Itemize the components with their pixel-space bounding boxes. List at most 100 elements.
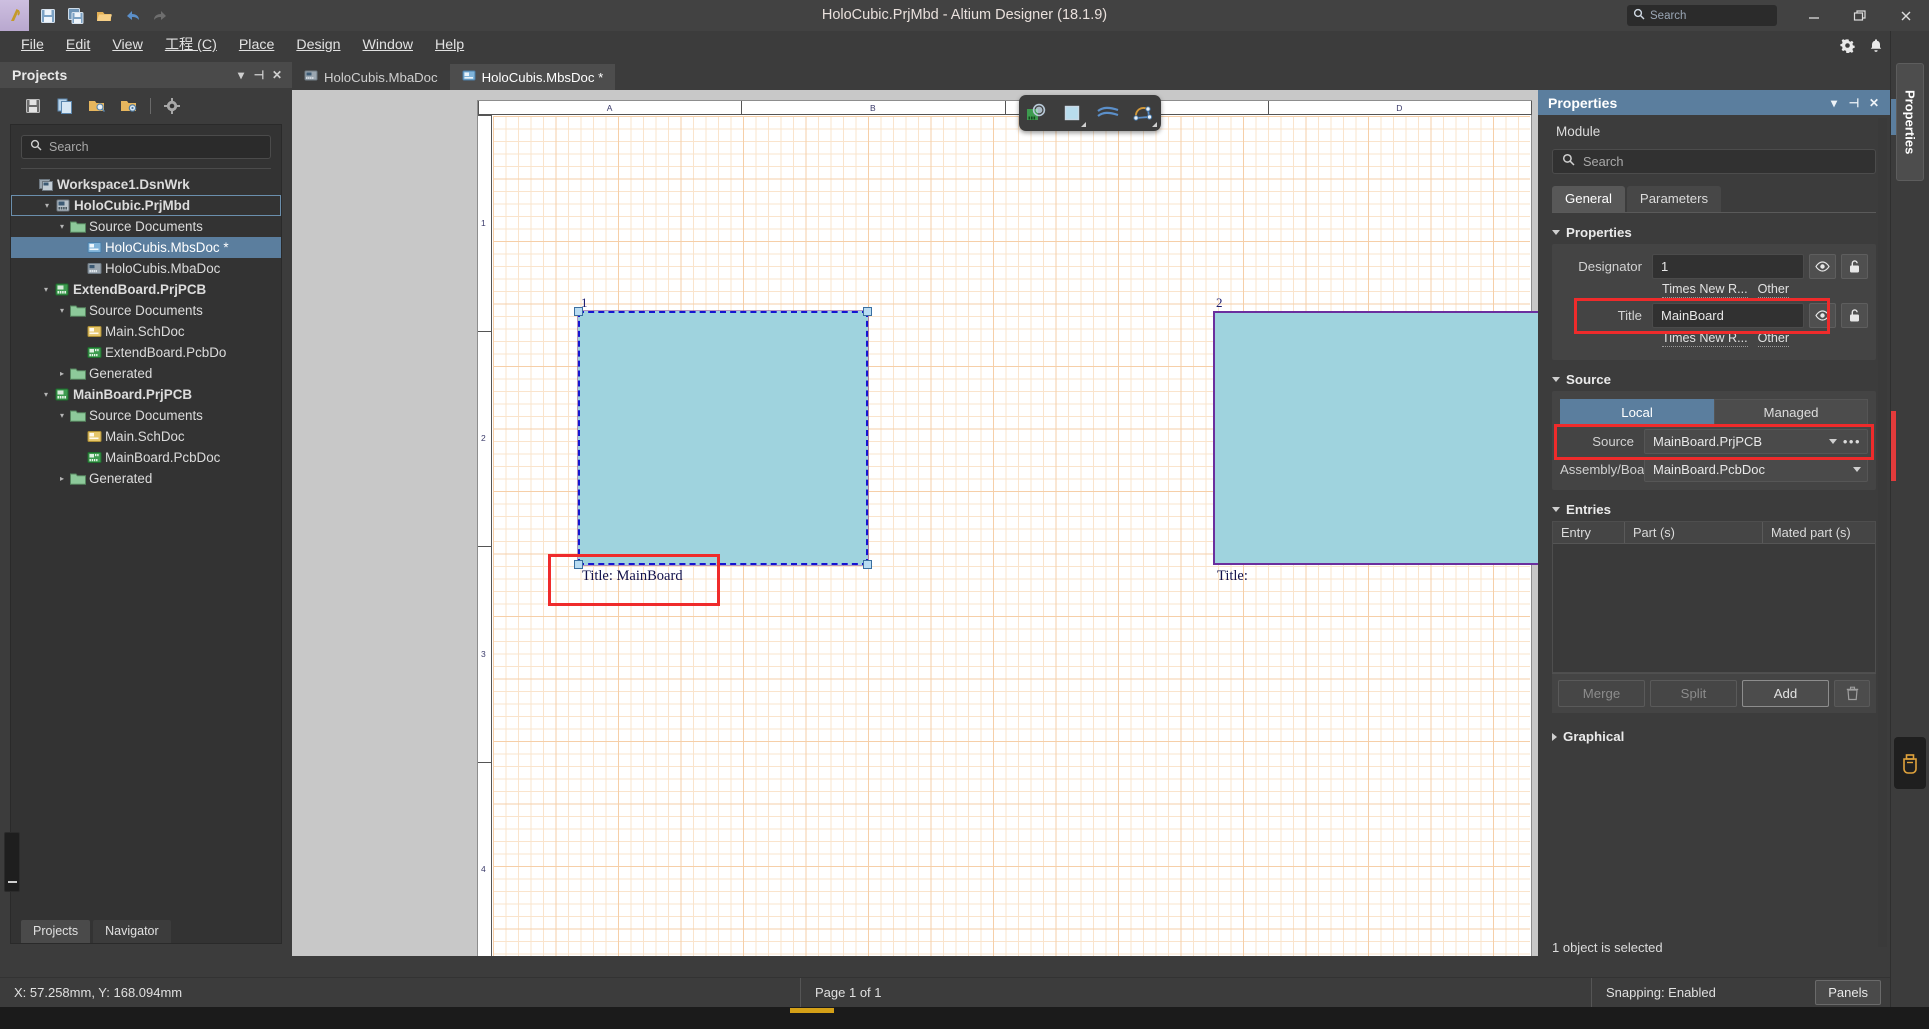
gear-icon[interactable] [161,95,183,117]
close-icon[interactable]: ✕ [268,68,286,82]
tree-item-holocubis-mbsdoc[interactable]: HoloCubis.MbsDoc * [11,237,281,258]
chevron-down-icon[interactable]: ▾ [55,411,69,420]
source-mode-managed[interactable]: Managed [1714,399,1868,425]
chevron-down-icon[interactable]: ▾ [40,201,54,210]
properties-search-box[interactable] [1552,149,1876,174]
chevron-down-icon[interactable]: ▾ [232,68,250,82]
tree-item-mainboard-pcbdoc[interactable]: MainBoard.PcbDoc [11,447,281,468]
copy-documents-icon[interactable] [54,95,76,117]
pin-icon[interactable]: ⊣ [250,68,268,82]
open-folder-icon[interactable] [91,3,117,28]
menu-file[interactable]: File [10,31,55,59]
save-icon[interactable] [22,95,44,117]
resize-handle-bottom-right[interactable] [863,560,872,569]
tree-item-workspace1-dsnwrk[interactable]: Workspace1.DsnWrk [11,174,281,195]
usb-device-icon[interactable] [1894,737,1926,789]
eye-icon[interactable] [1809,254,1836,279]
bell-icon[interactable] [1869,38,1883,53]
assembly-board-select[interactable]: MainBoard.PcbDoc [1644,457,1868,482]
projects-search-box[interactable] [21,135,271,159]
close-icon[interactable]: ✕ [1864,96,1884,110]
tree-item-mainboard-prjpcb[interactable]: ▾MainBoard.PrjPCB [11,384,281,405]
chevron-down-icon[interactable]: ▾ [55,222,69,231]
minimize-button[interactable] [1791,0,1837,31]
tab-general[interactable]: General [1552,186,1625,212]
schematic-canvas-area[interactable]: ABCD 1234 ABCD 1 Title: MainBoard 2 [292,90,1538,956]
tree-item-source-documents[interactable]: ▾Source Documents [11,405,281,426]
tree-item-main-schdoc[interactable]: Main.SchDoc [11,426,281,447]
panel-collapse-handle[interactable] [4,832,20,892]
menu-edit[interactable]: Edit [55,31,101,59]
save-all-icon[interactable] [63,3,89,28]
menu-project[interactable]: 工程 (C) [154,31,228,59]
column-header-parts[interactable]: Part (s) [1625,522,1763,543]
chevron-down-icon[interactable] [1853,467,1861,472]
tree-item-extendboard-prjpcb[interactable]: ▾ExtendBoard.PrjPCB [11,279,281,300]
projects-search-input[interactable] [49,140,249,154]
configure-folder-icon[interactable] [118,95,140,117]
properties-scrollbar[interactable] [1878,118,1887,947]
tab-parameters[interactable]: Parameters [1627,186,1721,212]
document-sheet[interactable]: ABCD 1234 ABCD 1 Title: MainBoard 2 [477,100,1532,956]
close-button[interactable] [1883,0,1929,31]
menu-view[interactable]: View [101,31,154,59]
tree-item-holocubic-prjmbd[interactable]: ▾HoloCubic.PrjMbd [11,195,281,216]
gear-icon[interactable] [1840,38,1855,53]
tab-projects[interactable]: Projects [21,920,90,943]
chevron-down-icon[interactable]: ▾ [39,285,53,294]
tree-item-generated[interactable]: ▸Generated [11,468,281,489]
tree-item-holocubis-mbadoc[interactable]: HoloCubis.MbaDoc [11,258,281,279]
add-button[interactable]: Add [1742,680,1829,707]
tree-item-source-documents[interactable]: ▾Source Documents [11,216,281,237]
tab-navigator[interactable]: Navigator [93,920,171,943]
merge-button[interactable]: Merge [1558,680,1645,707]
unlock-icon[interactable] [1841,254,1868,279]
section-header-properties[interactable]: Properties [1552,225,1890,240]
board-module-2[interactable]: 2 Title: [1213,311,1538,565]
designator-field[interactable] [1652,254,1804,279]
designator-font-other[interactable]: Other [1758,282,1790,298]
chevron-right-icon[interactable]: ▸ [55,369,69,378]
resize-handle-top-left[interactable] [574,307,583,316]
menu-place[interactable]: Place [228,31,286,59]
section-header-entries[interactable]: Entries [1552,502,1890,517]
undo-icon[interactable] [119,3,145,28]
unlock-icon[interactable] [1841,303,1868,328]
section-header-source[interactable]: Source [1552,372,1890,387]
source-mode-local[interactable]: Local [1560,399,1714,425]
entries-table-body[interactable] [1553,544,1875,672]
menu-help[interactable]: Help [424,31,475,59]
board-module-1[interactable]: 1 Title: MainBoard [578,311,868,565]
menu-window[interactable]: Window [352,31,424,59]
global-search-box[interactable] [1627,5,1777,26]
place-rectangle-icon[interactable] [1057,98,1087,128]
trash-icon[interactable] [1834,680,1870,707]
tree-item-generated[interactable]: ▸Generated [11,363,281,384]
column-header-entry[interactable]: Entry [1553,522,1625,543]
chevron-right-icon[interactable]: ▸ [55,474,69,483]
drawing-grid[interactable]: 1 Title: MainBoard 2 Title: [493,116,1530,956]
chevron-down-icon[interactable]: ▾ [39,390,53,399]
tree-item-extendboard-pcbdo[interactable]: ExtendBoard.PcbDo [11,342,281,363]
vertical-tab-properties[interactable]: Properties [1896,63,1924,181]
place-board-icon[interactable] [1022,98,1052,128]
search-folder-icon[interactable] [86,95,108,117]
menu-design[interactable]: Design [285,31,351,59]
chevron-down-icon[interactable]: ▾ [1824,96,1844,110]
split-button[interactable]: Split [1650,680,1737,707]
designator-font-name[interactable]: Times New R... [1662,282,1748,298]
chevron-down-icon[interactable]: ▾ [55,306,69,315]
panels-button[interactable]: Panels [1815,980,1881,1005]
tree-item-source-documents[interactable]: ▾Source Documents [11,300,281,321]
pin-icon[interactable]: ⊣ [1844,96,1864,110]
column-header-mated-parts[interactable]: Mated part (s) [1763,522,1875,543]
doc-tab-mbsdoc[interactable]: HoloCubis.MbsDoc * [450,64,616,90]
global-search-input[interactable] [1650,10,1760,22]
designator-input[interactable] [1661,259,1795,274]
save-icon[interactable] [35,3,61,28]
place-harness-icon[interactable] [1093,98,1123,128]
properties-search-input[interactable] [1583,154,1833,169]
section-header-graphical[interactable]: Graphical [1552,729,1890,744]
altium-logo-icon[interactable] [0,0,29,31]
tree-item-main-schdoc[interactable]: Main.SchDoc [11,321,281,342]
